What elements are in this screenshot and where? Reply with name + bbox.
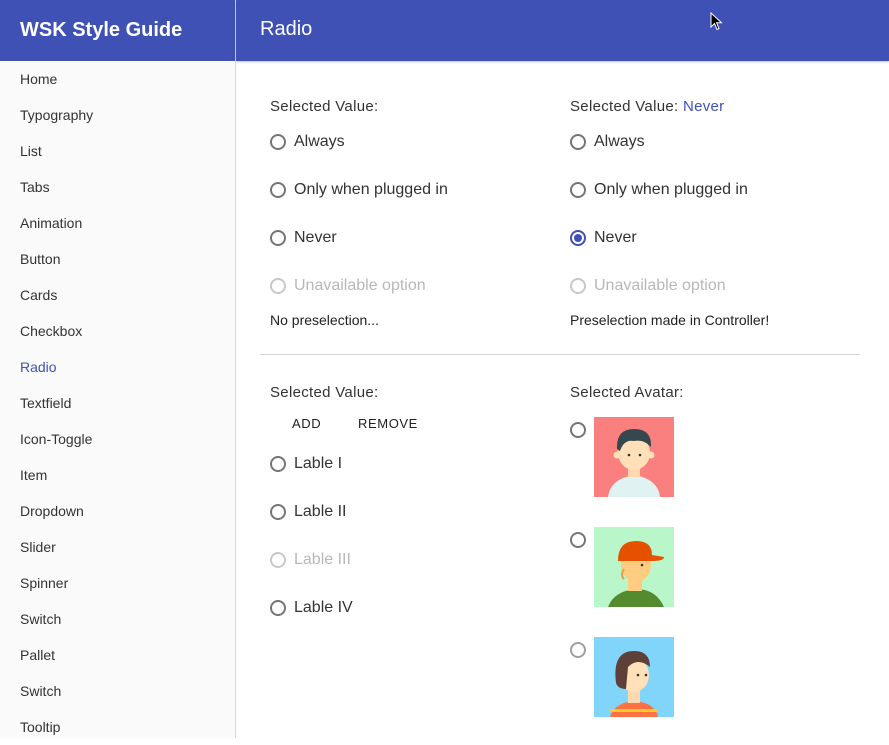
brand-title: WSK Style Guide (0, 0, 235, 61)
avatar-2-image (594, 527, 674, 607)
sidebar-item-home[interactable]: Home (0, 61, 235, 97)
sidebar-item-checkbox[interactable]: Checkbox (0, 313, 235, 349)
avatar-radio-1[interactable] (570, 422, 586, 438)
radio-label: Always (594, 133, 645, 150)
avatar-radio-2[interactable] (570, 532, 586, 548)
sidebar-item-list[interactable]: List (0, 133, 235, 169)
sidebar-item-typography[interactable]: Typography (0, 97, 235, 133)
radio-label: Lable III (294, 551, 351, 568)
radio-circle-icon[interactable] (270, 600, 286, 616)
sidebar-item-dropdown[interactable]: Dropdown (0, 493, 235, 529)
sidebar-item-radio[interactable]: Radio (0, 349, 235, 385)
selected-value-text: Selected Value: (270, 98, 379, 115)
sidebar-item-switch-2[interactable]: Switch (0, 673, 235, 709)
radio-lable-iii: Lable III (270, 548, 351, 572)
radio-only-when-plugged-in[interactable]: Only when plugged in (570, 178, 748, 202)
section-divider (260, 354, 860, 355)
radio-checked-icon[interactable] (570, 230, 586, 246)
add-button[interactable]: ADD (292, 416, 321, 431)
top-header: Radio (236, 0, 889, 61)
selected-value: Never (682, 98, 725, 115)
radio-circle-icon[interactable] (570, 134, 586, 150)
radio-circle-icon (270, 278, 286, 294)
remove-button[interactable]: REMOVE (358, 416, 418, 431)
radio-label: Unavailable option (594, 277, 726, 294)
radio-label: Only when plugged in (294, 181, 448, 198)
selected-value-label: Selected Value: Never (570, 98, 724, 115)
radio-unavailable-option: Unavailable option (570, 274, 726, 298)
avatar-radio-3[interactable] (570, 642, 586, 658)
sidebar-item-animation[interactable]: Animation (0, 205, 235, 241)
sidebar-nav: Home Typography List Tabs Animation Butt… (0, 61, 235, 745)
sidebar-item-tabs[interactable]: Tabs (0, 169, 235, 205)
sidebar-item-textfield[interactable]: Textfield (0, 385, 235, 421)
radio-label: Never (594, 229, 637, 246)
selected-avatar-label: Selected Avatar: (570, 384, 684, 401)
selected-value-text: Selected Value: (570, 98, 679, 115)
radio-circle-icon[interactable] (270, 230, 286, 246)
radio-lable-ii[interactable]: Lable II (270, 500, 346, 524)
radio-label: Only when plugged in (594, 181, 748, 198)
sidebar-item-item[interactable]: Item (0, 457, 235, 493)
radio-label: Always (294, 133, 345, 150)
selected-value-label: Selected Value: (270, 98, 378, 115)
radio-circle-icon (270, 552, 286, 568)
radio-only-when-plugged-in[interactable]: Only when plugged in (270, 178, 448, 202)
sidebar-item-spinner[interactable]: Spinner (0, 565, 235, 601)
radio-unavailable-option: Unavailable option (270, 274, 426, 298)
page-title: Radio (260, 18, 313, 40)
radio-always[interactable]: Always (570, 130, 645, 154)
radio-label: Lable IV (294, 599, 353, 616)
sidebar-item-switch[interactable]: Switch (0, 601, 235, 637)
sidebar-item-button[interactable]: Button (0, 241, 235, 277)
preselection-note: No preselection... (270, 312, 379, 328)
radio-label: Unavailable option (294, 277, 426, 294)
mouse-cursor-icon (710, 12, 723, 31)
sidebar-item-slider[interactable]: Slider (0, 529, 235, 565)
avatar-1-image (594, 417, 674, 497)
sidebar-item-tooltip[interactable]: Tooltip (0, 709, 235, 745)
radio-lable-iv[interactable]: Lable IV (270, 596, 353, 620)
radio-never[interactable]: Never (270, 226, 337, 250)
radio-never-checked[interactable]: Never (570, 226, 637, 250)
radio-lable-i[interactable]: Lable I (270, 452, 342, 476)
sidebar-item-pallet[interactable]: Pallet (0, 637, 235, 673)
radio-always[interactable]: Always (270, 130, 345, 154)
radio-circle-icon[interactable] (270, 134, 286, 150)
main-content: Selected Value: Always Only when plugged… (236, 61, 889, 738)
radio-label: Never (294, 229, 337, 246)
radio-label: Lable I (294, 455, 343, 472)
radio-circle-icon[interactable] (270, 456, 286, 472)
sidebar-item-icon-toggle[interactable]: Icon-Toggle (0, 421, 235, 457)
sidebar: WSK Style Guide Home Typography List Tab… (0, 0, 236, 738)
radio-circle-icon[interactable] (270, 182, 286, 198)
sidebar-item-cards[interactable]: Cards (0, 277, 235, 313)
radio-circle-icon[interactable] (570, 182, 586, 198)
radio-circle-icon (570, 278, 586, 294)
avatar-3-image (594, 637, 674, 717)
preselection-note: Preselection made in Controller! (570, 312, 770, 328)
radio-circle-icon[interactable] (270, 504, 286, 520)
selected-value-label: Selected Value: (270, 384, 379, 401)
radio-label: Lable II (294, 503, 347, 520)
